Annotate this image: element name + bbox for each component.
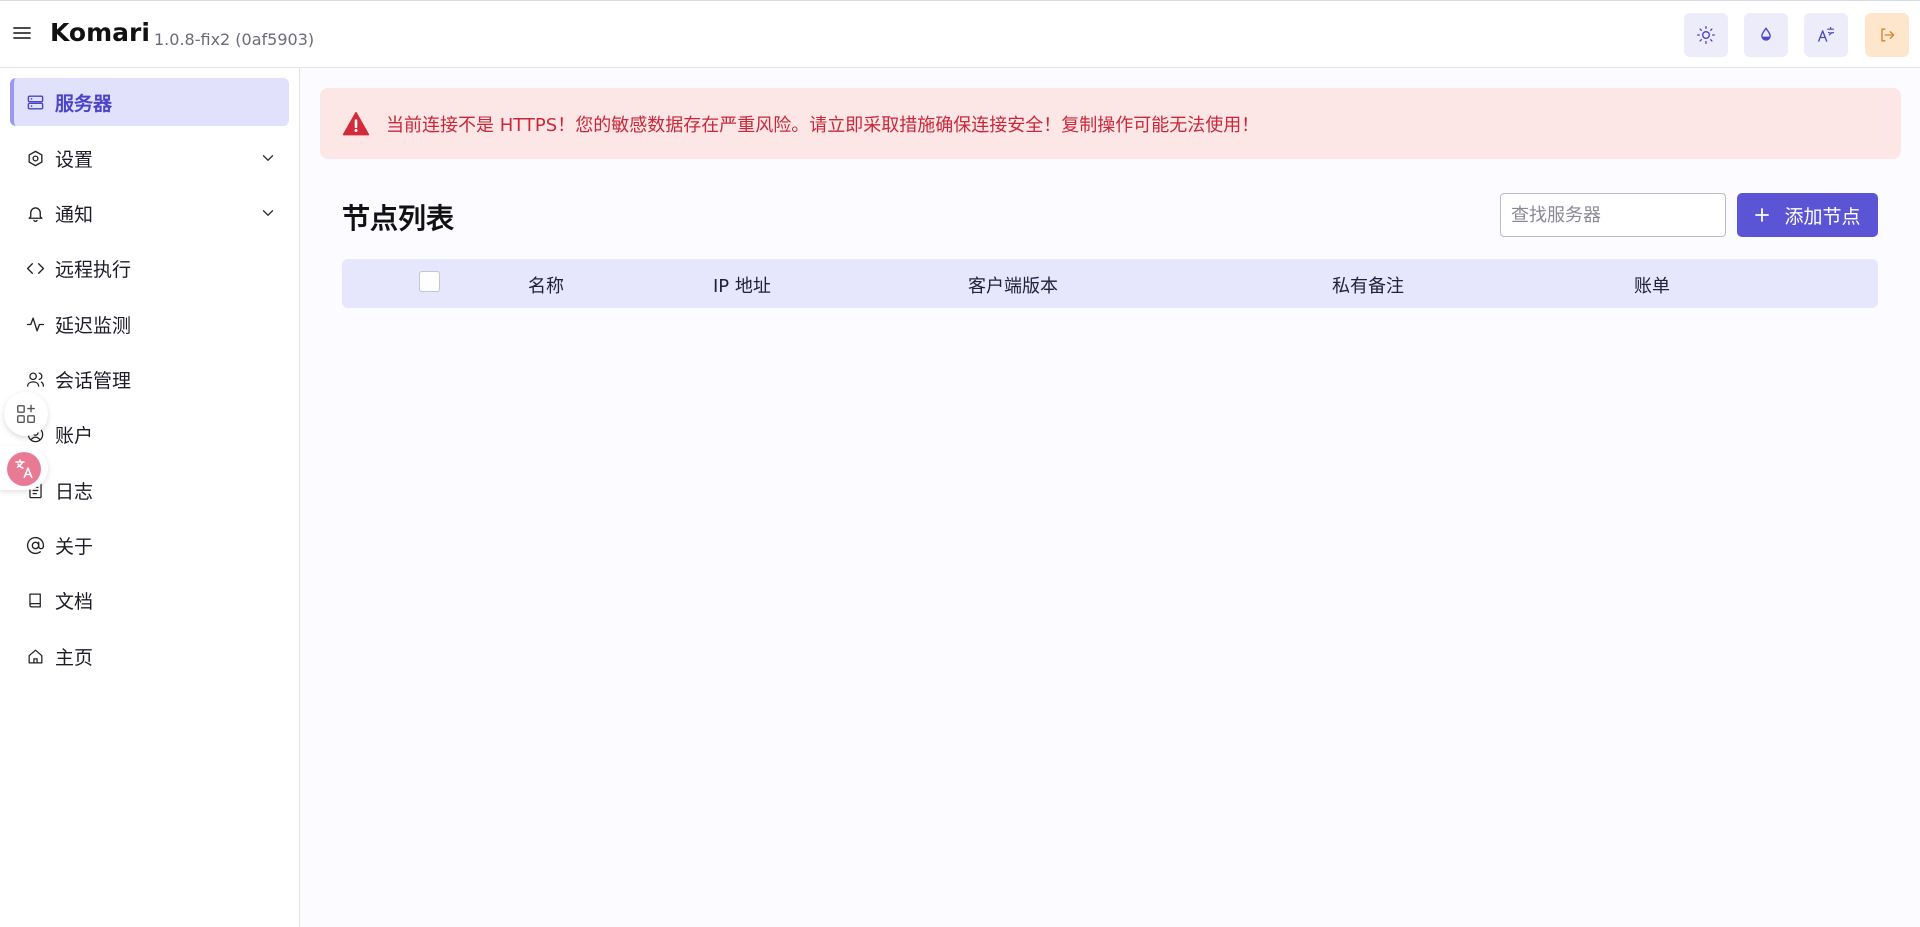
settings-icon (24, 147, 46, 169)
sidebar-item-settings[interactable]: 设置 (10, 134, 289, 182)
warning-icon (342, 111, 370, 135)
page-title: 节点列表 (342, 202, 455, 235)
sidebar-item-about[interactable]: 关于 (10, 521, 289, 569)
color-theme-button[interactable] (1744, 13, 1788, 57)
sidebar-item-label: 关于 (55, 535, 94, 558)
column-header-billing[interactable]: 账单 (1634, 272, 1670, 298)
https-warning-alert: 当前连接不是 HTTPS！您的敏感数据存在严重风险。请立即采取措施确保连接安全！… (320, 88, 1901, 159)
droplet-icon (1761, 27, 1771, 41)
activity-icon (24, 313, 46, 335)
sidebar-item-label: 远程执行 (55, 258, 132, 281)
language-button[interactable] (1804, 13, 1848, 57)
bell-icon (24, 202, 46, 224)
chevron-down-icon (262, 210, 274, 216)
sidebar-item-notifications[interactable]: 通知 (10, 189, 289, 237)
sidebar-item-label: 会话管理 (55, 369, 132, 392)
sidebar-item-docs[interactable]: 文档 (10, 576, 289, 624)
at-sign-icon (24, 534, 46, 556)
code-icon (24, 257, 46, 279)
add-node-label: 添加节点 (1784, 205, 1861, 228)
sidebar-item-label: 主页 (55, 646, 94, 669)
search-servers-input[interactable] (1500, 193, 1726, 237)
sidebar-item-home[interactable]: 主页 (10, 632, 289, 680)
sidebar-item-remote-exec[interactable]: 远程执行 (10, 244, 289, 292)
logout-button[interactable] (1865, 13, 1909, 57)
alert-message: 当前连接不是 HTTPS！您的敏感数据存在严重风险。请立即采取措施确保连接安全！… (386, 114, 1260, 136)
users-icon (24, 368, 46, 390)
server-icon (24, 91, 46, 113)
column-header-name[interactable]: 名称 (528, 272, 564, 298)
menu-icon[interactable] (12, 23, 32, 43)
translate-widget-button[interactable] (7, 452, 41, 486)
sidebar-item-label: 通知 (55, 203, 94, 226)
sidebar: 服务器 设置 通知 远程执行 延迟监测 会话管理 账户 日志 关于 文档 主页 (0, 68, 300, 927)
column-header-ip[interactable]: IP 地址 (713, 272, 771, 298)
apps-widget-button[interactable] (4, 392, 48, 436)
app-title: Komari (50, 18, 150, 47)
column-header-private-note[interactable]: 私有备注 (1332, 272, 1404, 298)
top-header: Komari 1.0.8-fix2 (0af5903) (0, 0, 1920, 68)
app-version: 1.0.8-fix2 (0af5903) (154, 30, 315, 49)
sidebar-item-logs[interactable]: 日志 (10, 466, 289, 514)
plus-icon (1755, 208, 1770, 222)
sidebar-item-latency[interactable]: 延迟监测 (10, 300, 289, 348)
sidebar-item-label: 延迟监测 (55, 314, 132, 337)
sidebar-item-label: 日志 (55, 480, 94, 503)
sidebar-item-sessions[interactable]: 会话管理 (10, 355, 289, 403)
sidebar-item-label: 账户 (55, 424, 94, 447)
sun-icon (1697, 26, 1715, 44)
logout-icon (1881, 28, 1895, 42)
chevron-down-icon (262, 155, 274, 161)
theme-toggle-button[interactable] (1684, 13, 1728, 57)
apps-sparkle-icon (17, 404, 35, 423)
add-node-button[interactable]: 添加节点 (1737, 193, 1878, 237)
column-header-client-version[interactable]: 客户端版本 (968, 272, 1058, 298)
translate-icon (1817, 26, 1835, 42)
book-icon (24, 589, 46, 611)
sidebar-item-label: 设置 (55, 148, 94, 171)
translate-icon (15, 459, 33, 479)
sidebar-item-servers[interactable]: 服务器 (10, 78, 289, 126)
sidebar-item-label: 文档 (55, 590, 94, 613)
select-all-checkbox[interactable] (419, 271, 440, 292)
sidebar-item-account[interactable]: 账户 (10, 410, 289, 458)
home-icon (24, 645, 46, 667)
sidebar-item-label: 服务器 (55, 92, 113, 115)
node-table-header: 名称 IP 地址 客户端版本 私有备注 账单 (342, 259, 1878, 308)
